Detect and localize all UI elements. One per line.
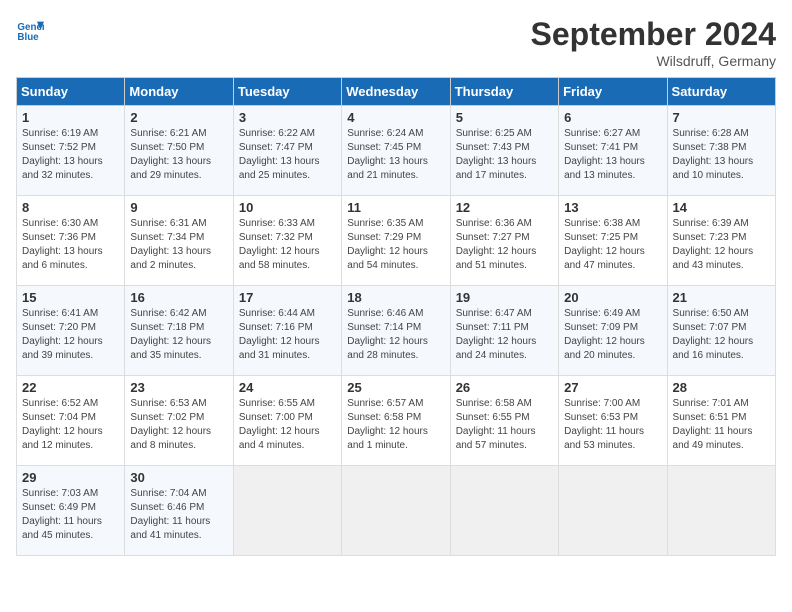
calendar-day-24: 24Sunrise: 6:55 AM Sunset: 7:00 PM Dayli… <box>233 376 341 466</box>
calendar-day-7: 7Sunrise: 6:28 AM Sunset: 7:38 PM Daylig… <box>667 106 775 196</box>
title-block: September 2024 Wilsdruff, Germany <box>531 16 776 69</box>
calendar-day-23: 23Sunrise: 6:53 AM Sunset: 7:02 PM Dayli… <box>125 376 233 466</box>
calendar-week-row: 8Sunrise: 6:30 AM Sunset: 7:36 PM Daylig… <box>17 196 776 286</box>
calendar-day-30: 30Sunrise: 7:04 AM Sunset: 6:46 PM Dayli… <box>125 466 233 556</box>
calendar-day-15: 15Sunrise: 6:41 AM Sunset: 7:20 PM Dayli… <box>17 286 125 376</box>
calendar-week-row: 1Sunrise: 6:19 AM Sunset: 7:52 PM Daylig… <box>17 106 776 196</box>
calendar-day-28: 28Sunrise: 7:01 AM Sunset: 6:51 PM Dayli… <box>667 376 775 466</box>
calendar-day-18: 18Sunrise: 6:46 AM Sunset: 7:14 PM Dayli… <box>342 286 450 376</box>
calendar-day-22: 22Sunrise: 6:52 AM Sunset: 7:04 PM Dayli… <box>17 376 125 466</box>
calendar-week-row: 22Sunrise: 6:52 AM Sunset: 7:04 PM Dayli… <box>17 376 776 466</box>
calendar-empty <box>342 466 450 556</box>
header-thursday: Thursday <box>450 78 558 106</box>
calendar-day-10: 10Sunrise: 6:33 AM Sunset: 7:32 PM Dayli… <box>233 196 341 286</box>
calendar-day-9: 9Sunrise: 6:31 AM Sunset: 7:34 PM Daylig… <box>125 196 233 286</box>
calendar-day-17: 17Sunrise: 6:44 AM Sunset: 7:16 PM Dayli… <box>233 286 341 376</box>
svg-text:Blue: Blue <box>17 32 39 43</box>
calendar-day-29: 29Sunrise: 7:03 AM Sunset: 6:49 PM Dayli… <box>17 466 125 556</box>
logo-icon: General Blue <box>16 16 44 44</box>
calendar-day-14: 14Sunrise: 6:39 AM Sunset: 7:23 PM Dayli… <box>667 196 775 286</box>
header-tuesday: Tuesday <box>233 78 341 106</box>
calendar-day-19: 19Sunrise: 6:47 AM Sunset: 7:11 PM Dayli… <box>450 286 558 376</box>
calendar-day-1: 1Sunrise: 6:19 AM Sunset: 7:52 PM Daylig… <box>17 106 125 196</box>
calendar-day-5: 5Sunrise: 6:25 AM Sunset: 7:43 PM Daylig… <box>450 106 558 196</box>
header-monday: Monday <box>125 78 233 106</box>
calendar-week-row: 15Sunrise: 6:41 AM Sunset: 7:20 PM Dayli… <box>17 286 776 376</box>
calendar-day-13: 13Sunrise: 6:38 AM Sunset: 7:25 PM Dayli… <box>559 196 667 286</box>
calendar-body: 1Sunrise: 6:19 AM Sunset: 7:52 PM Daylig… <box>17 106 776 556</box>
header-wednesday: Wednesday <box>342 78 450 106</box>
header-friday: Friday <box>559 78 667 106</box>
calendar-day-20: 20Sunrise: 6:49 AM Sunset: 7:09 PM Dayli… <box>559 286 667 376</box>
calendar-empty <box>450 466 558 556</box>
calendar-day-27: 27Sunrise: 7:00 AM Sunset: 6:53 PM Dayli… <box>559 376 667 466</box>
calendar-empty <box>559 466 667 556</box>
header-sunday: Sunday <box>17 78 125 106</box>
calendar-table: SundayMondayTuesdayWednesdayThursdayFrid… <box>16 77 776 556</box>
calendar-empty <box>667 466 775 556</box>
location: Wilsdruff, Germany <box>531 53 776 69</box>
calendar-day-12: 12Sunrise: 6:36 AM Sunset: 7:27 PM Dayli… <box>450 196 558 286</box>
calendar-day-8: 8Sunrise: 6:30 AM Sunset: 7:36 PM Daylig… <box>17 196 125 286</box>
calendar-day-4: 4Sunrise: 6:24 AM Sunset: 7:45 PM Daylig… <box>342 106 450 196</box>
calendar-week-row: 29Sunrise: 7:03 AM Sunset: 6:49 PM Dayli… <box>17 466 776 556</box>
calendar-day-3: 3Sunrise: 6:22 AM Sunset: 7:47 PM Daylig… <box>233 106 341 196</box>
calendar-day-25: 25Sunrise: 6:57 AM Sunset: 6:58 PM Dayli… <box>342 376 450 466</box>
calendar-day-11: 11Sunrise: 6:35 AM Sunset: 7:29 PM Dayli… <box>342 196 450 286</box>
calendar-header-row: SundayMondayTuesdayWednesdayThursdayFrid… <box>17 78 776 106</box>
calendar-day-21: 21Sunrise: 6:50 AM Sunset: 7:07 PM Dayli… <box>667 286 775 376</box>
header-saturday: Saturday <box>667 78 775 106</box>
calendar-day-6: 6Sunrise: 6:27 AM Sunset: 7:41 PM Daylig… <box>559 106 667 196</box>
calendar-day-2: 2Sunrise: 6:21 AM Sunset: 7:50 PM Daylig… <box>125 106 233 196</box>
month-title: September 2024 <box>531 16 776 53</box>
calendar-empty <box>233 466 341 556</box>
calendar-day-26: 26Sunrise: 6:58 AM Sunset: 6:55 PM Dayli… <box>450 376 558 466</box>
calendar-day-16: 16Sunrise: 6:42 AM Sunset: 7:18 PM Dayli… <box>125 286 233 376</box>
logo: General Blue <box>16 16 44 44</box>
